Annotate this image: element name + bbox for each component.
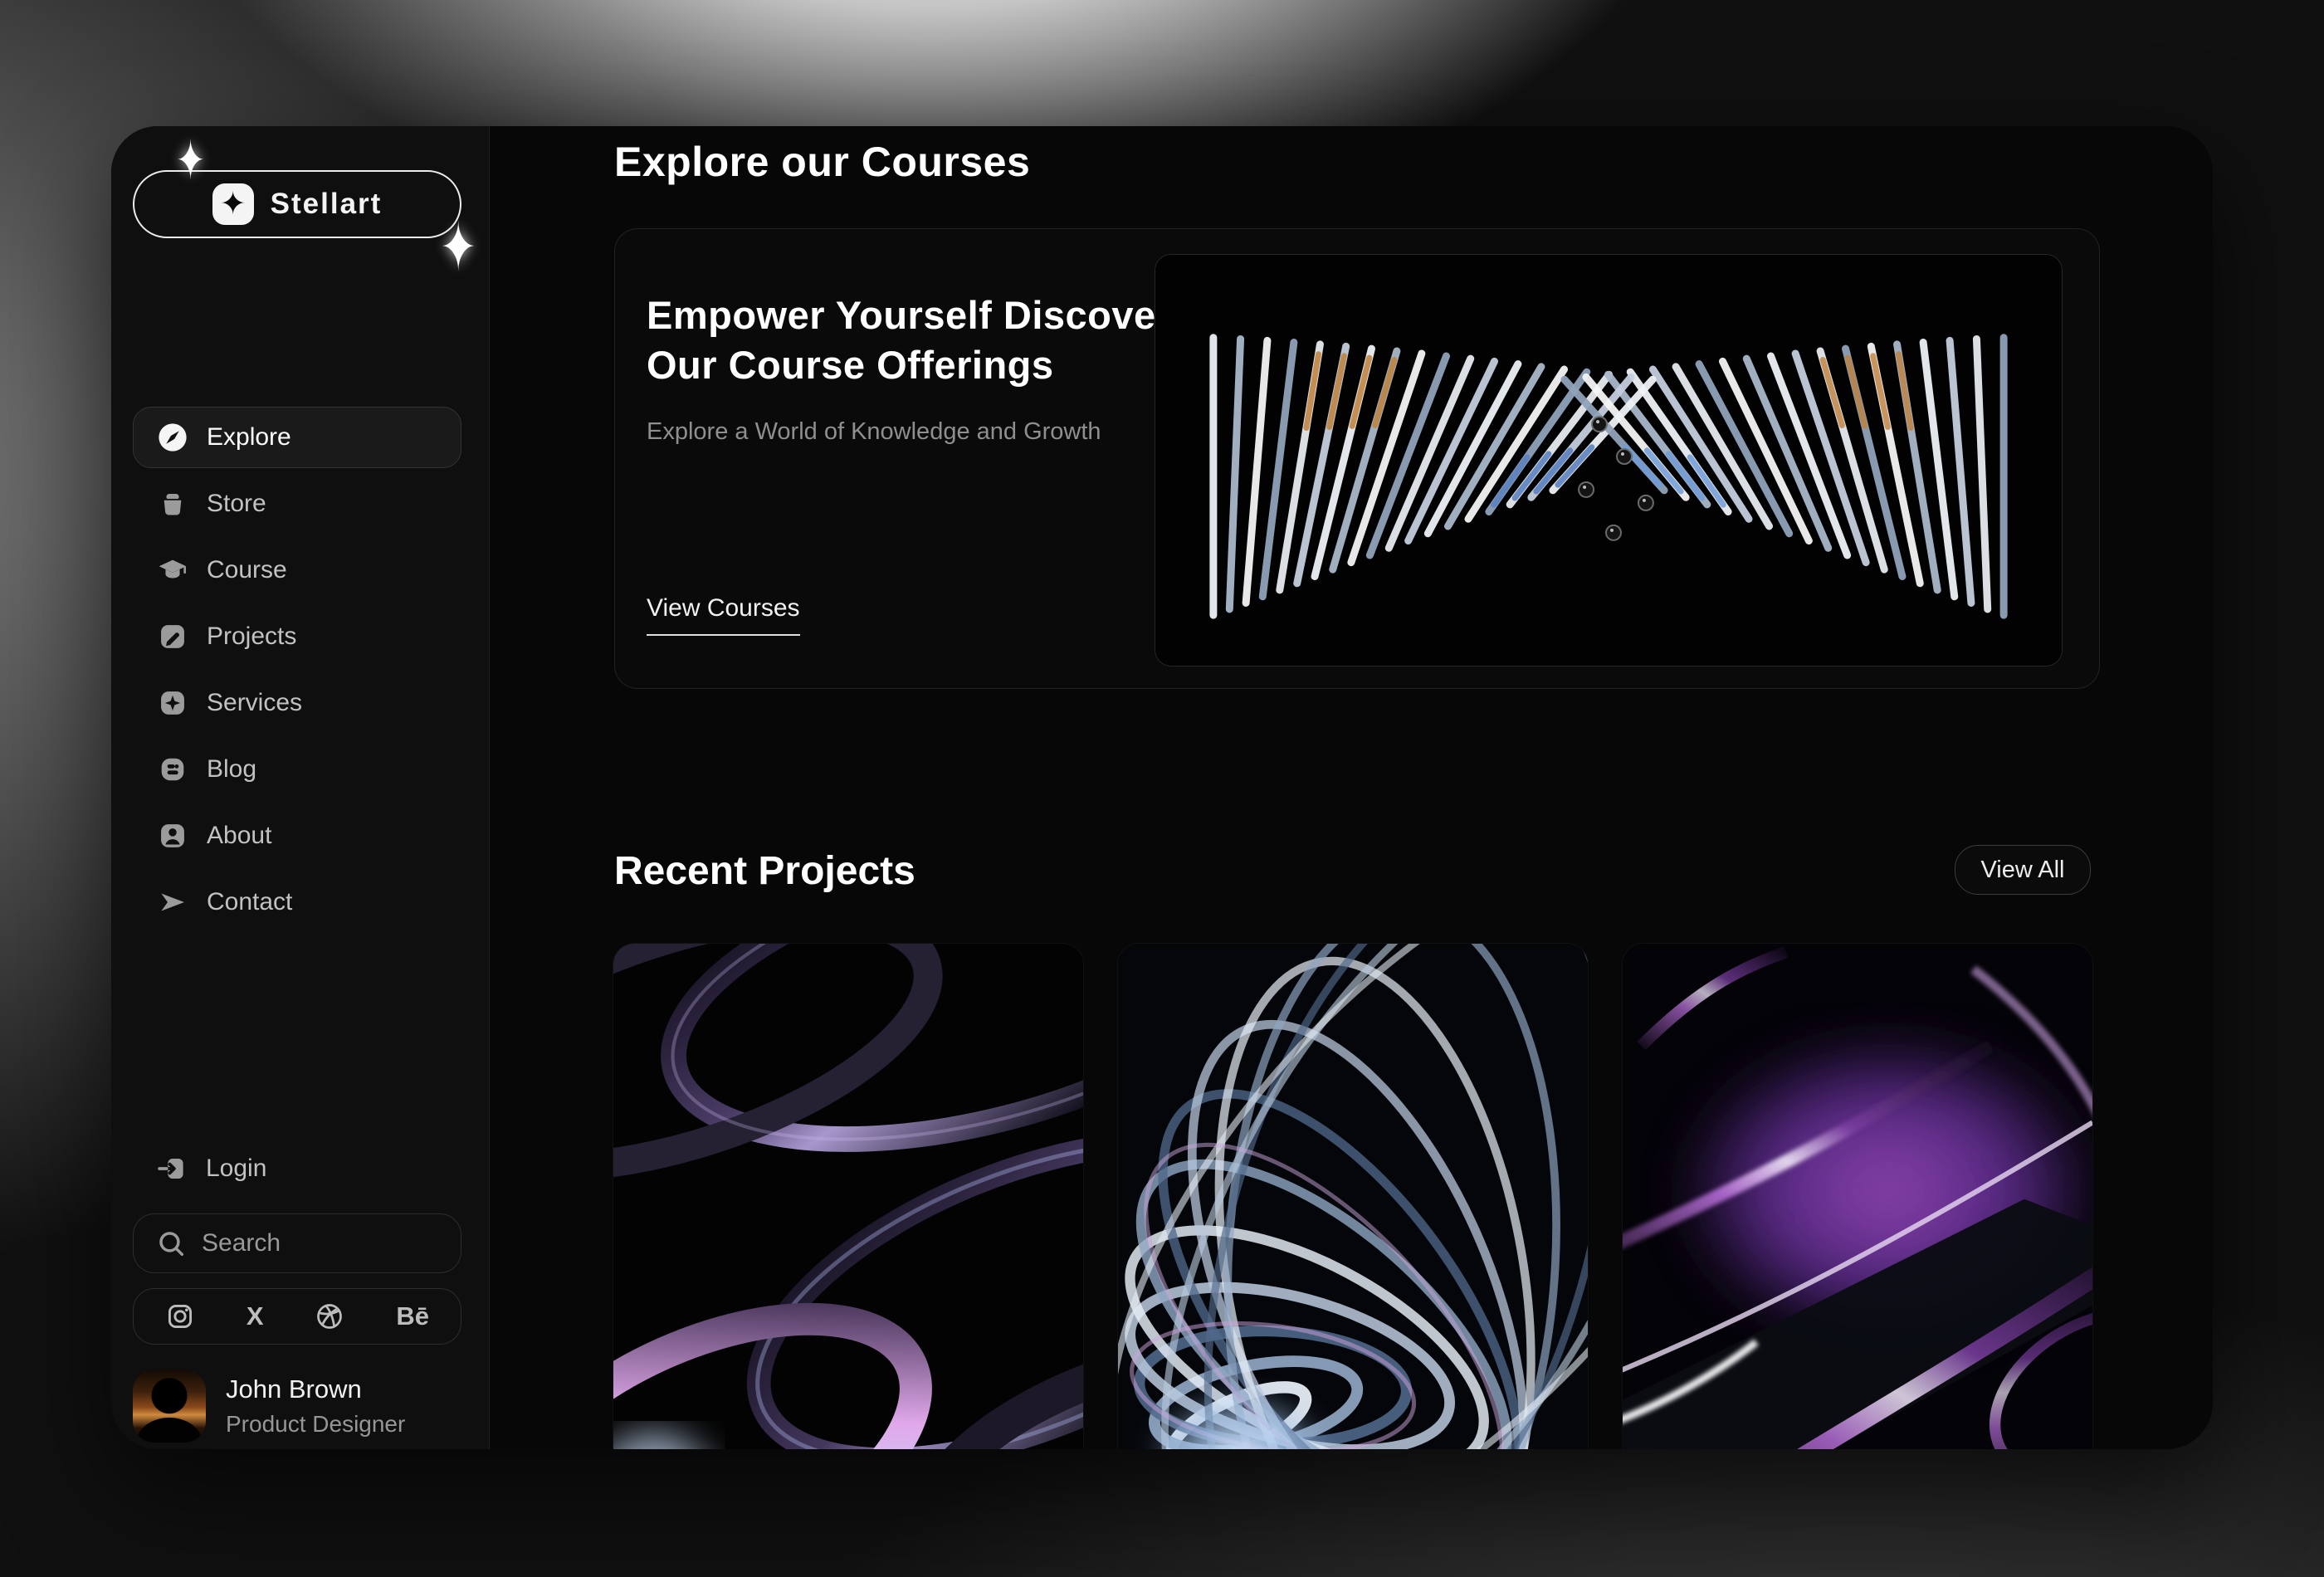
sidebar-item-about[interactable]: About (133, 805, 461, 867)
page-title: Explore our Courses (614, 139, 1031, 185)
sidebar-item-store[interactable]: Store (133, 473, 461, 535)
search-input[interactable] (202, 1229, 442, 1257)
hero-title: Empower Yourself Discover Our Course Off… (647, 290, 1171, 390)
view-courses-link[interactable]: View Courses (647, 594, 800, 636)
logo-star-icon: ✦ (212, 183, 254, 225)
sidebar-item-label: Blog (207, 755, 257, 783)
sparkle-icon: ✦ (176, 129, 206, 191)
social-links: X Bē (133, 1288, 461, 1345)
recent-projects-heading: Recent Projects (614, 849, 915, 893)
sidebar-item-label: Services (207, 689, 303, 716)
dribbble-icon[interactable] (315, 1301, 344, 1331)
hero-card: Empower Yourself Discover Our Course Off… (614, 228, 2100, 689)
sidebar-item-label: Contact (207, 888, 293, 915)
sidebar-item-course[interactable]: Course (133, 540, 461, 601)
sidebar-item-label: Projects (207, 622, 297, 650)
logo[interactable]: ✦ ✦ Stellart ✦ (133, 134, 476, 281)
project-card-2[interactable] (1117, 943, 1589, 1449)
sidebar-item-explore[interactable]: Explore (133, 407, 461, 468)
compass-icon (157, 422, 188, 453)
avatar (133, 1370, 206, 1443)
hero-title-line1: Empower Yourself Discover (647, 293, 1172, 337)
sidebar-nav: Explore Store Course Projects Services B… (133, 407, 461, 938)
x-icon[interactable]: X (247, 1301, 264, 1331)
search-icon (155, 1228, 187, 1259)
blog-icon (157, 754, 188, 785)
sidebar-item-label: Store (207, 490, 266, 517)
sidebar-item-label: Course (207, 556, 287, 583)
hero-subtitle: Explore a World of Knowledge and Growth (647, 418, 1101, 445)
pen-icon (157, 621, 188, 652)
graduation-cap-icon (157, 554, 188, 586)
sidebar: ✦ ✦ Stellart ✦ Explore Store Course Proj… (111, 126, 490, 1449)
hero-title-line2: Our Course Offerings (647, 343, 1054, 387)
sidebar-item-contact[interactable]: Contact (133, 872, 461, 933)
sparkle-icon: ✦ (440, 211, 476, 286)
user-profile[interactable]: John Brown Product Designer (133, 1370, 461, 1443)
login-icon (156, 1153, 188, 1184)
person-icon (157, 820, 188, 852)
login-label: Login (206, 1155, 267, 1182)
hero-illustration (1155, 254, 2063, 666)
sidebar-item-projects[interactable]: Projects (133, 606, 461, 667)
instagram-icon[interactable] (165, 1301, 195, 1331)
login-button[interactable]: Login (133, 1138, 461, 1199)
sidebar-item-label: About (207, 822, 272, 849)
store-icon (157, 488, 188, 520)
star-icon (157, 687, 188, 719)
send-icon (157, 886, 188, 918)
sidebar-item-services[interactable]: Services (133, 672, 461, 734)
app-window: ✦ ✦ Stellart ✦ Explore Store Course Proj… (111, 126, 2213, 1449)
behance-icon[interactable]: Bē (396, 1301, 429, 1331)
main-content: Explore our Courses Empower Yourself Dis… (490, 126, 2213, 1449)
profile-role: Product Designer (226, 1411, 406, 1437)
sidebar-item-blog[interactable]: Blog (133, 739, 461, 800)
sidebar-item-label: Explore (207, 423, 291, 451)
profile-name: John Brown (226, 1374, 362, 1404)
view-all-button[interactable]: View All (1955, 845, 2091, 895)
search-field[interactable] (133, 1213, 461, 1273)
project-card-1[interactable] (613, 943, 1084, 1449)
project-card-3[interactable] (1622, 943, 2093, 1449)
logo-text: Stellart (270, 188, 383, 220)
